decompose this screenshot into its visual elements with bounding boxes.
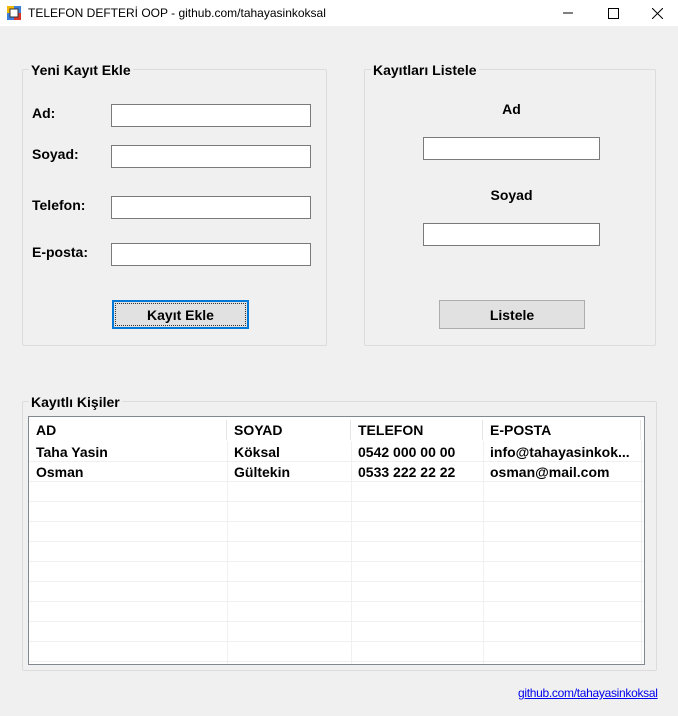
grid-line [29,641,644,642]
cell-ad: Osman [36,464,84,480]
maximize-button[interactable] [590,0,636,26]
minimize-icon [563,12,573,14]
table-row[interactable]: Osman Gültekin 0533 222 22 22 osman@mail… [29,462,644,482]
ad-label: Ad: [32,105,56,121]
list-soyad-label: Soyad [490,187,533,203]
list-ad-input[interactable] [423,137,600,160]
column-header-eposta[interactable]: E-POSTA [483,420,641,440]
close-button[interactable] [634,0,678,26]
cell-eposta: osman@mail.com [490,464,610,480]
grid-line [29,521,644,522]
window-title: TELEFON DEFTERİ OOP - github.com/tahayas… [28,6,326,20]
telefon-label: Telefon: [32,197,86,213]
maximize-icon [607,7,619,19]
minimize-button[interactable] [545,0,591,26]
title-bar: TELEFON DEFTERİ OOP - github.com/tahayas… [0,0,678,26]
cell-soyad: Gültekin [234,464,291,480]
cell-telefon: 0542 000 00 00 [358,444,456,460]
ad-input[interactable] [111,104,311,127]
list-records-group-title: Kayıtları Listele [371,62,479,78]
list-button-label: Listele [489,306,535,323]
grid-line [29,661,644,662]
cell-eposta: info@tahayasinkok... [490,444,630,460]
cell-ad: Taha Yasin [36,444,108,460]
soyad-label: Soyad: [32,146,79,162]
table-row[interactable]: Taha Yasin Köksal 0542 000 00 00 info@ta… [29,442,644,462]
list-soyad-input[interactable] [423,223,600,246]
github-link[interactable]: github.com/tahayasinkoksal [518,686,658,700]
contacts-list[interactable]: AD SOYAD TELEFON E-POSTA Taha Yasin Köks… [28,416,645,665]
add-record-button[interactable]: Kayıt Ekle [112,300,249,329]
cell-soyad: Köksal [234,444,280,460]
telefon-input[interactable] [111,196,311,219]
close-icon [651,7,663,19]
grid-line [29,541,644,542]
eposta-label: E-posta: [32,244,88,260]
grid-line [29,581,644,582]
cell-telefon: 0533 222 22 22 [358,464,456,480]
list-header: AD SOYAD TELEFON E-POSTA [29,420,644,440]
app-icon [7,6,21,20]
eposta-input[interactable] [111,243,311,266]
grid-line [29,621,644,622]
grid-line [29,601,644,602]
column-header-soyad[interactable]: SOYAD [227,420,351,440]
column-header-telefon[interactable]: TELEFON [351,420,483,440]
list-button[interactable]: Listele [439,300,585,329]
contacts-group-title: Kayıtlı Kişiler [29,394,122,410]
grid-line [29,501,644,502]
soyad-input[interactable] [111,145,311,168]
column-header-ad[interactable]: AD [29,420,227,440]
list-ad-label: Ad [502,101,521,117]
grid-line [29,561,644,562]
add-record-group-title: Yeni Kayıt Ekle [29,62,133,78]
